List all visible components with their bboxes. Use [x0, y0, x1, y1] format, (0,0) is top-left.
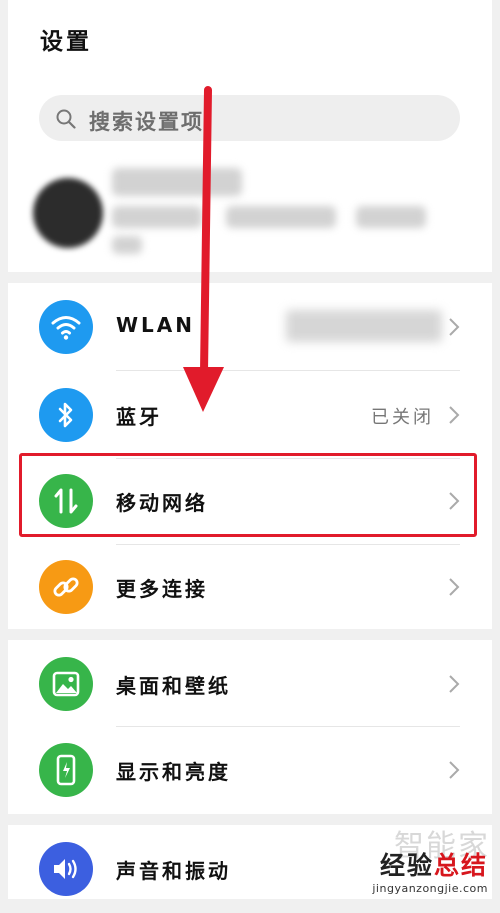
- watermark: 经验总结 jingyanzongjie.com: [372, 846, 488, 895]
- watermark-title: 经验总结: [372, 846, 488, 882]
- watermark-title-a: 经验: [379, 851, 434, 880]
- watermark-url: jingyanzongjie.com: [372, 882, 488, 895]
- watermark-title-b: 总结: [433, 851, 488, 880]
- annotation-arrow-icon: [183, 86, 224, 412]
